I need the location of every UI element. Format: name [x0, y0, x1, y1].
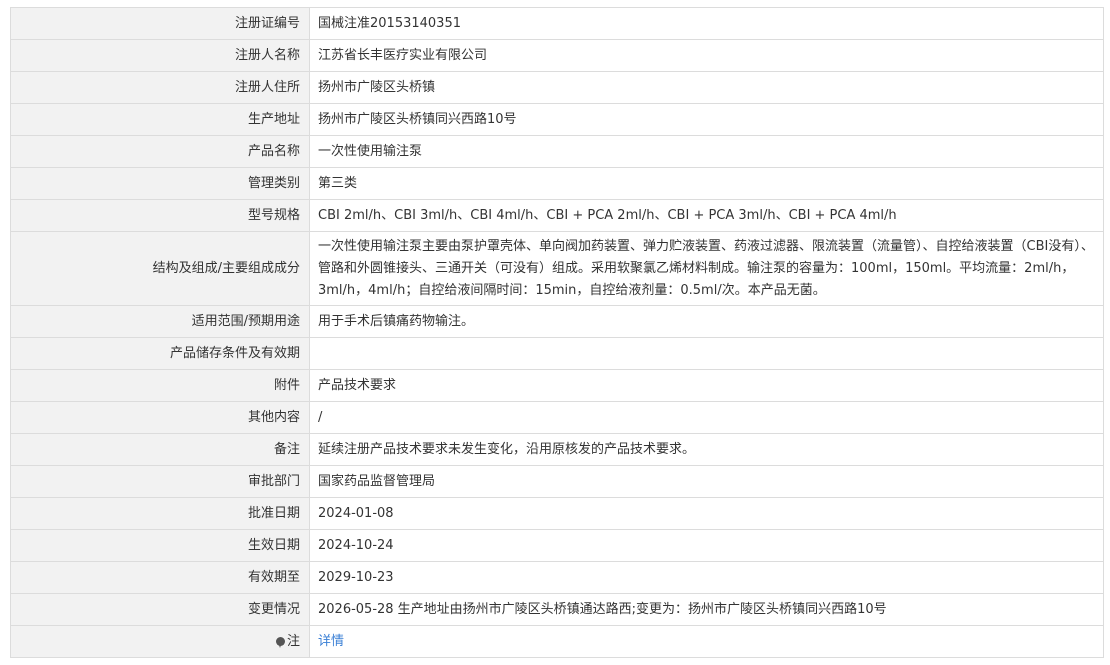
value-approval-date: 2024-01-08 [309, 497, 1104, 530]
label-expiry-date: 有效期至 [10, 561, 310, 594]
row-registrant-name: 注册人名称 江苏省长丰医疗实业有限公司 [10, 39, 1104, 72]
location-pin-icon [275, 636, 285, 648]
value-other-content: / [309, 401, 1104, 434]
value-remarks: 延续注册产品技术要求未发生变化，沿用原核发的产品技术要求。 [309, 433, 1104, 466]
value-registrant-address: 扬州市广陵区头桥镇 [309, 71, 1104, 104]
detail-link[interactable]: 详情 [318, 634, 344, 649]
row-model-spec: 型号规格 CBI 2ml/h、CBI 3ml/h、CBI 4ml/h、CBI +… [10, 199, 1104, 232]
label-effective-date: 生效日期 [10, 529, 310, 562]
row-management-category: 管理类别 第三类 [10, 167, 1104, 200]
label-production-address: 生产地址 [10, 103, 310, 136]
row-effective-date: 生效日期 2024-10-24 [10, 529, 1104, 562]
row-expiry-date: 有效期至 2029-10-23 [10, 561, 1104, 594]
value-management-category: 第三类 [309, 167, 1104, 200]
row-approval-date: 批准日期 2024-01-08 [10, 497, 1104, 530]
row-approval-department: 审批部门 国家药品监督管理局 [10, 465, 1104, 498]
row-other-content: 其他内容 / [10, 401, 1104, 434]
label-note: 注 [10, 625, 310, 658]
value-attachment: 产品技术要求 [309, 369, 1104, 402]
label-intended-use: 适用范围/预期用途 [10, 305, 310, 338]
row-intended-use: 适用范围/预期用途 用于手术后镇痛药物输注。 [10, 305, 1104, 338]
label-registration-number: 注册证编号 [10, 7, 310, 40]
label-registrant-address: 注册人住所 [10, 71, 310, 104]
registration-info-table: 注册证编号 国械注准20153140351 注册人名称 江苏省长丰医疗实业有限公… [10, 7, 1104, 658]
row-note: 注 详情 [10, 625, 1104, 658]
label-structure-composition: 结构及组成/主要组成成分 [10, 231, 310, 306]
value-production-address: 扬州市广陵区头桥镇同兴西路10号 [309, 103, 1104, 136]
row-registration-number: 注册证编号 国械注准20153140351 [10, 7, 1104, 40]
label-approval-date: 批准日期 [10, 497, 310, 530]
row-remarks: 备注 延续注册产品技术要求未发生变化，沿用原核发的产品技术要求。 [10, 433, 1104, 466]
value-expiry-date: 2029-10-23 [309, 561, 1104, 594]
label-storage-validity: 产品储存条件及有效期 [10, 337, 310, 370]
label-other-content: 其他内容 [10, 401, 310, 434]
label-product-name: 产品名称 [10, 135, 310, 168]
value-effective-date: 2024-10-24 [309, 529, 1104, 562]
label-registrant-name: 注册人名称 [10, 39, 310, 72]
value-storage-validity [309, 337, 1104, 370]
label-approval-department: 审批部门 [10, 465, 310, 498]
registration-detail-page: 注册证编号 国械注准20153140351 注册人名称 江苏省长丰医疗实业有限公… [0, 0, 1110, 665]
note-label-text: 注 [286, 633, 300, 649]
row-storage-validity: 产品储存条件及有效期 [10, 337, 1104, 370]
row-production-address: 生产地址 扬州市广陵区头桥镇同兴西路10号 [10, 103, 1104, 136]
value-product-name: 一次性使用输注泵 [309, 135, 1104, 168]
value-intended-use: 用于手术后镇痛药物输注。 [309, 305, 1104, 338]
label-management-category: 管理类别 [10, 167, 310, 200]
value-approval-department: 国家药品监督管理局 [309, 465, 1104, 498]
row-change-history: 变更情况 2026-05-28 生产地址由扬州市广陵区头桥镇通达路西;变更为：扬… [10, 593, 1104, 626]
value-model-spec: CBI 2ml/h、CBI 3ml/h、CBI 4ml/h、CBI + PCA … [309, 199, 1104, 232]
label-remarks: 备注 [10, 433, 310, 466]
value-structure-composition: 一次性使用输注泵主要由泵护罩壳体、单向阀加药装置、弹力贮液装置、药液过滤器、限流… [309, 231, 1104, 306]
value-change-history: 2026-05-28 生产地址由扬州市广陵区头桥镇通达路西;变更为：扬州市广陵区… [309, 593, 1104, 626]
value-registrant-name: 江苏省长丰医疗实业有限公司 [309, 39, 1104, 72]
label-model-spec: 型号规格 [10, 199, 310, 232]
value-registration-number: 国械注准20153140351 [309, 7, 1104, 40]
row-registrant-address: 注册人住所 扬州市广陵区头桥镇 [10, 71, 1104, 104]
label-change-history: 变更情况 [10, 593, 310, 626]
row-product-name: 产品名称 一次性使用输注泵 [10, 135, 1104, 168]
row-structure-composition: 结构及组成/主要组成成分 一次性使用输注泵主要由泵护罩壳体、单向阀加药装置、弹力… [10, 231, 1104, 306]
label-attachment: 附件 [10, 369, 310, 402]
value-note: 详情 [309, 625, 1104, 658]
row-attachment: 附件 产品技术要求 [10, 369, 1104, 402]
